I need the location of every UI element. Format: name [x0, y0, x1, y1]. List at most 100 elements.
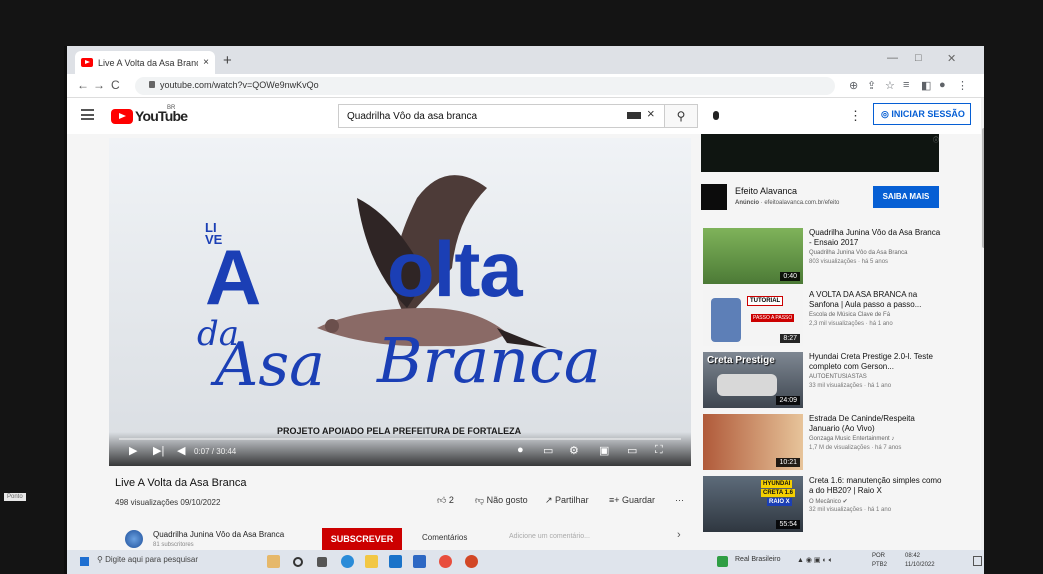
tab-title: Live A Volta da Asa Branca - YouT	[98, 57, 198, 68]
subtitles-icon[interactable]: ▭	[543, 444, 553, 457]
search-button[interactable]: ⚲	[664, 104, 698, 128]
office-icon[interactable]	[465, 555, 478, 568]
recommendation-item[interactable]: 0:40 Quadrilha Junina Vôo da Asa Branca …	[703, 228, 943, 288]
sticker-label: Ponto	[4, 493, 26, 501]
rec-views: 32 mil visualizações · há 1 ano	[809, 507, 892, 513]
settings-gear-icon[interactable]: ⚙	[569, 444, 579, 457]
car-image	[717, 374, 777, 396]
recommendation-item[interactable]: TUTORIAL PASSO A PASSO 8:27 A VOLTA DA A…	[703, 290, 943, 350]
video-player[interactable]: LI VE A olta da Asa Branca PROJETO APOIAD…	[109, 138, 691, 466]
saiba-mais-button[interactable]: SAIBA MAIS	[873, 186, 939, 208]
browser-menu-icon[interactable]: ⋮	[957, 79, 968, 92]
playlist-add-icon: ≡+	[609, 495, 623, 505]
play-icon[interactable]: ▶	[129, 444, 137, 457]
channel-avatar[interactable]	[125, 530, 143, 548]
rec-channel: Escola de Música Clave de Fá	[809, 312, 891, 318]
sign-in-button[interactable]: ◎ INICIAR SESSÃO	[873, 103, 971, 125]
url-field[interactable]: youtube.com/watch?v=QOWe9nwKvQo	[135, 77, 835, 95]
task-view-icon[interactable]	[317, 557, 327, 567]
ad-subtitle: Anúncio · efeitoalavanca.com.br/efeito	[735, 200, 840, 206]
tray-icons[interactable]: ▲ ◉ ▣ ◐ 🔈︎	[797, 556, 833, 565]
rec-title: Hyundai Creta Prestige 2.0-l. Teste comp…	[809, 352, 933, 371]
youtube-logo-text[interactable]: YouTube	[135, 108, 188, 124]
file-explorer-icon[interactable]	[365, 555, 378, 568]
thumbs-down-icon: 👎︎	[475, 495, 487, 505]
url-text: youtube.com/watch?v=QOWe9nwKvQo	[160, 80, 319, 90]
back-icon[interactable]: ←	[77, 78, 89, 92]
clear-search-icon[interactable]: ×	[647, 106, 655, 121]
reading-list-icon[interactable]: ≡	[903, 79, 909, 91]
next-icon[interactable]: ▶|	[153, 444, 164, 457]
ad-title[interactable]: Efeito Alavanca	[735, 186, 797, 196]
side-panel-icon[interactable]: ◧	[921, 79, 931, 92]
edge-browser-icon[interactable]	[341, 555, 354, 568]
autoplay-toggle-icon[interactable]: ●	[517, 444, 524, 456]
cortana-icon[interactable]	[293, 557, 303, 567]
keyboard-icon[interactable]	[627, 112, 641, 119]
progress-bar[interactable]	[119, 438, 681, 440]
more-actions-icon[interactable]: ···	[675, 495, 684, 505]
youtube-logo-icon[interactable]	[111, 109, 133, 124]
language-indicator[interactable]: POR PTB2	[872, 552, 887, 570]
close-window-icon[interactable]: ✕	[947, 52, 956, 65]
volume-icon[interactable]: ◀	[177, 444, 185, 457]
search-input[interactable]: Quadrilha Vôo da asa branca	[338, 104, 664, 128]
page-scrollbar[interactable]	[981, 98, 984, 574]
ad-row: Efeito Alavanca Anúncio · efeitoalavanca…	[701, 182, 939, 212]
share-icon[interactable]: ⇪	[867, 79, 876, 92]
rec-channel: Gonzaga Music Entertainment ♪	[809, 436, 895, 442]
mail-icon[interactable]	[389, 555, 402, 568]
microphone-icon[interactable]	[713, 111, 719, 120]
recommendation-item[interactable]: Creta Prestige 24:09 Hyundai Creta Prest…	[703, 352, 943, 412]
ad-logo-icon	[701, 184, 727, 210]
settings-dots-icon[interactable]: ⋮	[849, 108, 862, 124]
share-arrow-icon: ↗	[545, 495, 556, 505]
minimize-icon[interactable]: —	[887, 52, 898, 64]
region-code: BR	[167, 105, 176, 111]
fullscreen-icon[interactable]: ⛶	[655, 444, 663, 457]
maximize-icon[interactable]: □	[915, 52, 922, 64]
accordion-player-image	[711, 298, 741, 342]
hamburger-menu-icon[interactable]	[81, 109, 94, 120]
add-comment-input[interactable]: Adicione um comentário...	[509, 533, 590, 540]
tab-close-icon[interactable]: ×	[203, 57, 209, 68]
subscribe-button[interactable]: SUBSCREVER	[322, 528, 402, 550]
dislike-button[interactable]: 👎︎ Não gosto	[475, 495, 528, 506]
browser-tab[interactable]: Live A Volta da Asa Branca - YouT ×	[75, 51, 215, 74]
like-button[interactable]: 👍︎ 2	[437, 495, 454, 506]
miniplayer-icon[interactable]: ▣	[599, 444, 609, 457]
notifications-icon[interactable]	[973, 556, 982, 566]
weather-widget-icon[interactable]	[267, 555, 280, 568]
google-lens-icon[interactable]: ⊕	[849, 79, 858, 92]
thumb-branca: Branca	[377, 324, 601, 397]
new-tab-button[interactable]: +	[223, 52, 232, 69]
rec-title: Estrada De Caninde/Respeita Januario (Ao…	[809, 414, 915, 433]
rec-views: 1,7 M de visualizações · há 7 anos	[809, 445, 902, 451]
duration-badge: 10:21	[776, 458, 800, 467]
sign-in-label: INICIAR SESSÃO	[891, 109, 965, 119]
ad-banner[interactable]	[701, 134, 939, 172]
profile-icon[interactable]: ●	[939, 79, 946, 91]
save-button[interactable]: ≡+ Guardar	[609, 495, 655, 505]
recommendation-item[interactable]: HYUNDAI CRETA 1.6 RAIO X 55:54 Creta 1.6…	[703, 476, 943, 536]
player-controls: ▶ ▶| ◀ 0:07 / 30:44 ● ▭ ⚙ ▣ ▭ ⛶	[109, 432, 691, 466]
taskbar-search[interactable]: ⚲ Digite aqui para pesquisar	[97, 555, 198, 564]
calendar-icon[interactable]	[413, 555, 426, 568]
forward-icon[interactable]: →	[93, 78, 105, 92]
chevron-right-icon[interactable]: ›	[677, 529, 681, 541]
ad-info-icon[interactable]: ⓘ	[933, 135, 939, 144]
video-thumbnail: HYUNDAI CRETA 1.6 RAIO X 55:54	[703, 476, 803, 532]
video-meta: 498 visualizações 09/10/2022	[115, 498, 221, 507]
recommendation-item[interactable]: 10:21 Estrada De Caninde/Respeita Januar…	[703, 414, 943, 474]
system-clock[interactable]: 08:42 11/10/2022	[905, 552, 935, 570]
theater-mode-icon[interactable]: ▭	[627, 444, 637, 457]
thumb-creta-text: Creta Prestige	[707, 355, 775, 366]
duration-badge: 0:40	[780, 272, 800, 281]
channel-name[interactable]: Quadrilha Junina Vôo da Asa Branca	[153, 530, 284, 539]
windows-start-icon[interactable]	[80, 557, 89, 566]
share-button[interactable]: ↗ Partilhar	[545, 495, 589, 506]
chrome-icon[interactable]	[439, 555, 452, 568]
reload-icon[interactable]: C	[111, 78, 120, 92]
bookmark-star-icon[interactable]: ☆	[885, 79, 895, 92]
scrollbar-thumb[interactable]	[982, 128, 984, 248]
